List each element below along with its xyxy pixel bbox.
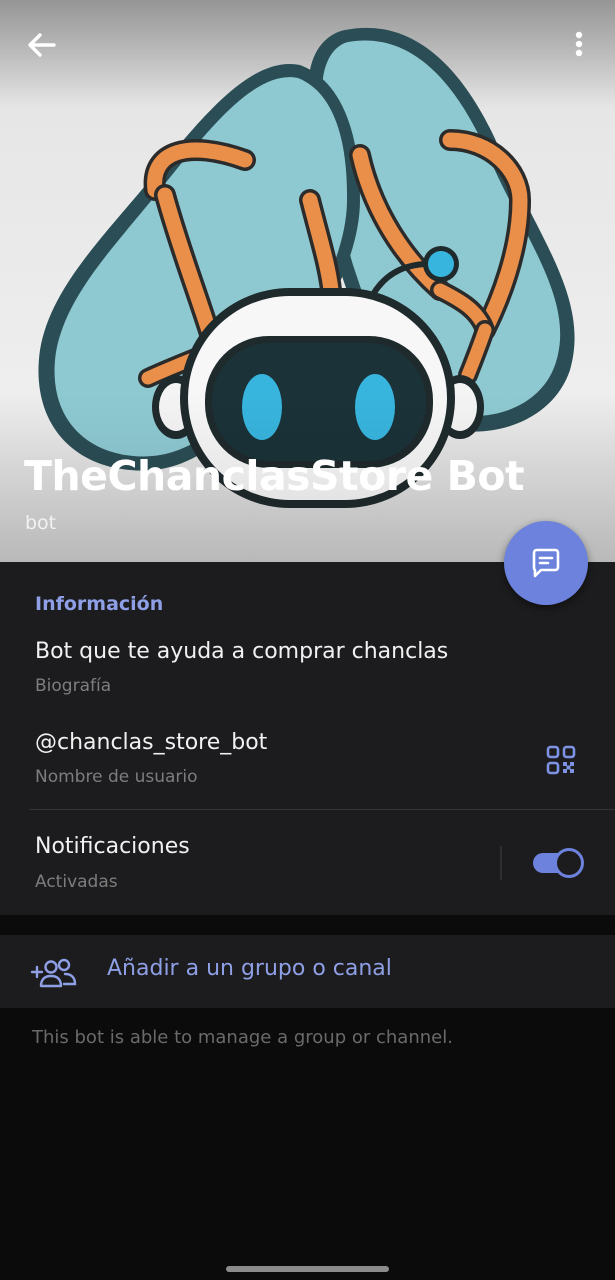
notifications-toggle[interactable]	[532, 848, 584, 878]
arrow-left-icon[interactable]	[22, 26, 62, 66]
message-icon	[532, 548, 560, 578]
send-message-button[interactable]	[504, 521, 588, 605]
bio-text[interactable]: Bot que te ayuda a comprar chanclas	[35, 639, 448, 664]
home-indicator[interactable]	[226, 1266, 389, 1272]
add-users-icon	[30, 958, 77, 988]
profile-name: TheChanclasStore Bot	[24, 452, 525, 500]
vertical-divider	[500, 846, 502, 880]
bot-capability-note: This bot is able to manage a group or ch…	[32, 1027, 453, 1048]
add-to-group-button[interactable]: Añadir a un grupo o canal	[0, 935, 615, 1008]
notifications-status: Activadas	[35, 872, 118, 892]
username-label: Nombre de usuario	[35, 767, 198, 787]
username-text[interactable]: @chanclas_store_bot	[35, 730, 267, 755]
qr-code-icon[interactable]	[545, 744, 577, 776]
notifications-title[interactable]: Notificaciones	[35, 834, 190, 859]
profile-subtitle: bot	[25, 512, 57, 534]
divider	[29, 809, 615, 810]
section-title: Información	[35, 593, 164, 615]
profile-header: TheChanclasStore Bot bot	[0, 0, 615, 562]
bio-label: Biografía	[35, 676, 112, 696]
add-to-group-label: Añadir a un grupo o canal	[107, 956, 392, 981]
more-vertical-icon[interactable]	[562, 26, 596, 66]
info-section: Información Bot que te ayuda a comprar c…	[0, 562, 615, 915]
